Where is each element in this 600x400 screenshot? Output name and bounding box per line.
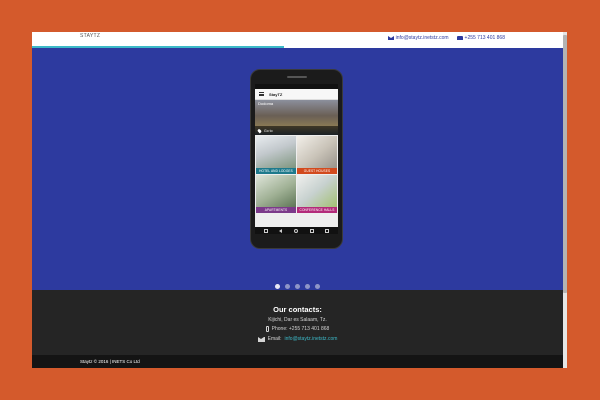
site-header: STAYTZ info@staytz.inetstz.com +255 713 … xyxy=(32,32,567,48)
tile-hotel-and-lodges: HOTEL AND LODGES xyxy=(256,136,296,174)
tile-label: APARTMENTS xyxy=(256,207,296,213)
footer-email: Email: info@staytz.inetstz.com xyxy=(32,336,563,342)
recents-icon xyxy=(309,228,314,233)
footer-email-link[interactable]: info@staytz.inetstz.com xyxy=(285,336,338,342)
envelope-icon xyxy=(387,36,394,40)
app-title: StayTZ xyxy=(269,91,283,97)
slider-dot[interactable] xyxy=(305,284,310,289)
tile-label: CONFERENCE HALLS xyxy=(297,207,337,213)
tile-label: GUEST HOUSES xyxy=(297,168,337,174)
footer-heading: Our contacts: xyxy=(273,305,322,314)
tile-guest-houses: GUEST HOUSES xyxy=(297,136,337,174)
envelope-icon xyxy=(257,336,265,342)
browser-viewport: STAYTZ info@staytz.inetstz.com +255 713 … xyxy=(32,32,567,368)
scrollbar-thumb[interactable] xyxy=(563,35,567,293)
search-label: Go to xyxy=(264,128,273,133)
footer-email-label: Email: xyxy=(267,336,282,342)
footer-phone-text: Phone: +255 713 401 868 xyxy=(271,326,330,332)
header-contact: info@staytz.inetstz.com +255 713 401 868 xyxy=(387,35,505,41)
android-nav-bar xyxy=(255,227,338,234)
tile-label: HOTEL AND LODGES xyxy=(256,168,296,174)
footer-address: Kijichi, Dar es Salaam, Tz. xyxy=(32,317,563,323)
hero-slider: StayTZ Dodoma Go to HOTEL AND LODGES GUE… xyxy=(32,48,563,290)
app-bar: StayTZ xyxy=(255,89,338,100)
header-phone[interactable]: +255 713 401 868 xyxy=(456,35,505,41)
site-footer: Our contacts: Kijichi, Dar es Salaam, Tz… xyxy=(32,290,563,355)
mobile-phone-icon xyxy=(265,326,269,332)
header-phone-text: +255 713 401 868 xyxy=(464,35,505,41)
footer-address-text: Kijichi, Dar es Salaam, Tz. xyxy=(268,317,327,323)
slider-dot[interactable] xyxy=(295,284,300,289)
square-icon xyxy=(325,228,330,233)
slider-pagination xyxy=(32,284,563,289)
tile-conference-halls: CONFERENCE HALLS xyxy=(297,175,337,213)
slider-dot[interactable] xyxy=(275,284,280,289)
phone-speaker xyxy=(287,76,307,78)
home-icon xyxy=(293,228,298,233)
category-tiles: HOTEL AND LODGES GUEST HOUSES APARTMENTS… xyxy=(255,135,338,214)
header-email[interactable]: info@staytz.inetstz.com xyxy=(387,35,449,41)
phone-screen: StayTZ Dodoma Go to HOTEL AND LODGES GUE… xyxy=(255,84,338,234)
location-search: Go to xyxy=(255,126,338,135)
city-banner: Dodoma Go to xyxy=(255,100,338,135)
city-name: Dodoma xyxy=(258,101,274,106)
phone-icon xyxy=(456,36,463,40)
phone-mockup: StayTZ Dodoma Go to HOTEL AND LODGES GUE… xyxy=(250,69,343,249)
page-scrollbar[interactable] xyxy=(563,32,567,368)
footer-phone: Phone: +255 713 401 868 xyxy=(32,326,563,332)
copyright-bar: Staytz © 2016 | INETS Co Ltd xyxy=(32,355,563,368)
slider-dot[interactable] xyxy=(315,284,320,289)
slider-dot[interactable] xyxy=(285,284,290,289)
hamburger-menu-icon xyxy=(259,92,264,96)
site-logo[interactable]: STAYTZ xyxy=(80,33,100,39)
header-email-text: info@staytz.inetstz.com xyxy=(395,35,449,41)
copyright-text: Staytz © 2016 | INETS Co Ltd xyxy=(80,359,140,364)
back-icon xyxy=(279,228,283,233)
down-icon xyxy=(263,228,268,233)
map-pin-icon xyxy=(257,128,262,133)
tile-apartments: APARTMENTS xyxy=(256,175,296,213)
